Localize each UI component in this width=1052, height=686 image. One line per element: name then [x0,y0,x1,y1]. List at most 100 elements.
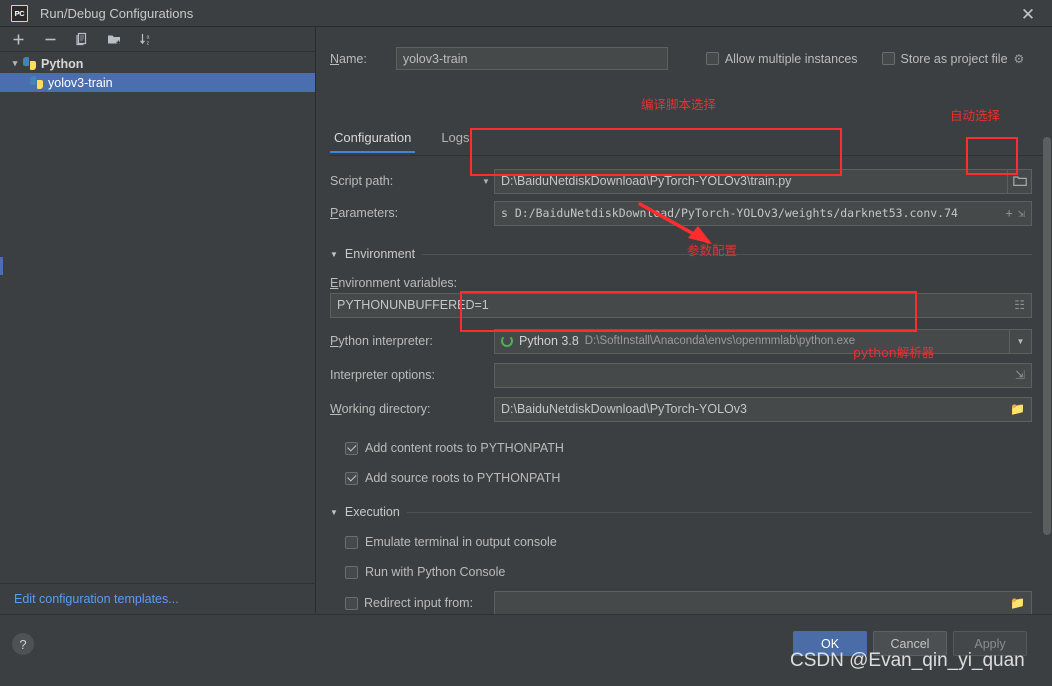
tree-item-label: yolov3-train [48,75,113,90]
title-bar: PC Run/Debug Configurations ✕ [0,0,1052,27]
annotation-parameter-config: 参数配置 [687,243,738,258]
expand-editor-icon[interactable]: ⇲ [1015,368,1025,382]
tree-item-yolov3-train[interactable]: yolov3-train [0,73,315,92]
edit-templates-label: Edit configuration templates... [14,591,179,606]
checkbox-box [345,471,358,485]
environment-variables-label: Environment variables: [330,276,458,290]
sort-az-icon[interactable]: a z [136,29,156,49]
script-path-caret-icon[interactable]: ▼ [478,177,494,186]
interpreter-version: Python 3.8 [519,334,579,348]
interp-label-rest: ython interpreter: [338,334,433,348]
redirect-input-checkbox[interactable]: Redirect input from: [345,596,493,610]
emulate-terminal-checkbox[interactable]: Emulate terminal in output console [345,532,557,552]
script-path-browse-button[interactable] [1008,168,1032,194]
script-path-value: D:\BaiduNetdiskDownload\PyTorch-YOLOv3\t… [501,174,792,188]
checkbox-box [705,52,719,65]
annotation-auto-select: 自动选择 [950,108,1001,123]
working-directory-browse-icon[interactable]: 📁 [1010,402,1025,416]
copy-icon[interactable] [72,29,92,49]
store-as-project-file-checkbox[interactable]: Store as project file [881,52,1008,66]
vertical-scrollbar[interactable] [1042,137,1052,577]
tab-logs-label: Logs [441,130,470,145]
environment-variables-row: PYTHONUNBUFFERED=1 ☷ [330,292,1032,318]
allow-multiple-instances-label: Allow multiple instances [724,51,858,66]
chevron-down-icon[interactable]: ▼ [1010,328,1032,354]
apply-button[interactable]: Apply [953,631,1027,656]
svg-text:z: z [146,40,149,46]
parameters-input[interactable]: s D:/BaiduNetdiskDownload/PyTorch-YOLOv3… [494,200,1032,226]
section-divider [406,511,1032,513]
close-icon[interactable]: ✕ [1018,4,1038,24]
sidebar-accent-marker [0,257,3,275]
run-with-python-console-checkbox[interactable]: Run with Python Console [345,562,505,582]
remove-configuration-button[interactable] [40,29,60,49]
python-icon [30,76,43,89]
name-input-value: yolov3-train [402,51,468,66]
checkbox-box [881,52,895,65]
new-folder-icon[interactable] [104,29,124,49]
add-source-roots-checkbox[interactable]: Add source roots to PYTHONPATH [345,468,560,488]
cancel-button[interactable]: Cancel [873,631,947,656]
checkbox-box [345,441,358,455]
allow-multiple-instances-checkbox[interactable]: Allow multiple instances [705,51,858,66]
add-source-roots-label: Add source roots to PYTHONPATH [365,471,561,485]
add-content-roots-checkbox[interactable]: Add content roots to PYTHONPATH [345,438,564,458]
expand-editor-icon[interactable]: ⇲ [1018,206,1025,220]
interpreter-options-row: Interpreter options: ⇲ [330,362,1032,388]
execution-section-header[interactable]: ▼ Execution [330,503,1032,521]
interpreter-path: D:\SoftInstall\Anaconda\envs\openmmlab\p… [584,335,856,347]
name-label: Name: [330,51,367,66]
checkbox-box [345,535,358,549]
help-icon: ? [19,636,27,652]
help-button[interactable]: ? [12,633,34,655]
add-content-roots-label: Add content roots to PYTHONPATH [365,441,564,455]
dialog-footer: ? OK Cancel Apply [0,614,1052,686]
tab-bar: Configuration Logs [330,130,1045,156]
edit-env-vars-icon[interactable]: ☷ [1014,298,1025,312]
tree-group-python[interactable]: ▾ Python [0,54,315,73]
ok-button[interactable]: OK [793,631,867,656]
add-macro-icon[interactable]: + [1006,206,1013,220]
redirect-input-browse-icon[interactable]: 📁 [1010,596,1025,610]
environment-section-header[interactable]: ▼ Environment [330,245,1032,263]
checkbox-box [345,565,358,579]
tab-configuration[interactable]: Configuration [330,130,416,153]
python-interpreter-label: Python interpreter: [330,334,433,348]
environment-variables-input[interactable]: PYTHONUNBUFFERED=1 ☷ [330,292,1032,318]
execution-section-label: Execution [344,505,400,519]
redirect-input-path[interactable]: 📁 [494,590,1032,616]
tree-group-label: Python [41,56,84,71]
scrollbar-thumb[interactable] [1043,137,1051,535]
add-configuration-button[interactable] [8,29,28,49]
configuration-pane: Name: yolov3-train Allow multiple instan… [317,27,1052,669]
python-icon [23,57,36,70]
checkbox-box [345,596,358,610]
tab-logs[interactable]: Logs [437,130,473,151]
chevron-down-icon: ▾ [12,58,18,68]
triangle-down-icon: ▼ [330,507,338,517]
wd-label-rest: orking directory: [341,402,431,416]
edit-configuration-templates-link[interactable]: Edit configuration templates... [0,583,316,613]
configurations-tree: ▾ Python yolov3-train [0,52,315,92]
working-directory-value: D:\BaiduNetdiskDownload\PyTorch-YOLOv3 [501,402,747,416]
working-directory-row: Working directory: D:\BaiduNetdiskDownlo… [330,396,1032,422]
pycharm-logo-icon: PC [11,4,28,22]
interpreter-options-input[interactable]: ⇲ [494,362,1032,388]
tab-separator [330,155,1045,156]
working-directory-label: Working directory: [330,402,431,416]
run-debug-configurations-dialog: PC Run/Debug Configurations ✕ a z ▾ Pyth… [0,0,1052,686]
name-input[interactable]: yolov3-train [395,47,668,70]
gear-icon[interactable]: ⚙ [1014,52,1025,66]
interpreter-options-label: Interpreter options: [330,368,435,382]
annotation-python-interpreter-note: python解析器 [853,345,935,360]
run-with-python-console-label: Run with Python Console [365,565,506,579]
script-path-input[interactable]: D:\BaiduNetdiskDownload\PyTorch-YOLOv3\t… [494,168,1008,194]
redirect-input-row: Redirect input from: 📁 [330,590,1032,616]
working-directory-input[interactable]: D:\BaiduNetdiskDownload\PyTorch-YOLOv3 📁 [494,396,1032,422]
tab-configuration-label: Configuration [334,130,412,145]
emulate-terminal-label: Emulate terminal in output console [365,535,557,549]
name-label-rest: ame: [339,51,367,66]
cancel-button-label: Cancel [890,636,930,651]
environment-variables-value: PYTHONUNBUFFERED=1 [337,298,489,312]
sidebar-toolbar: a z [0,27,315,52]
